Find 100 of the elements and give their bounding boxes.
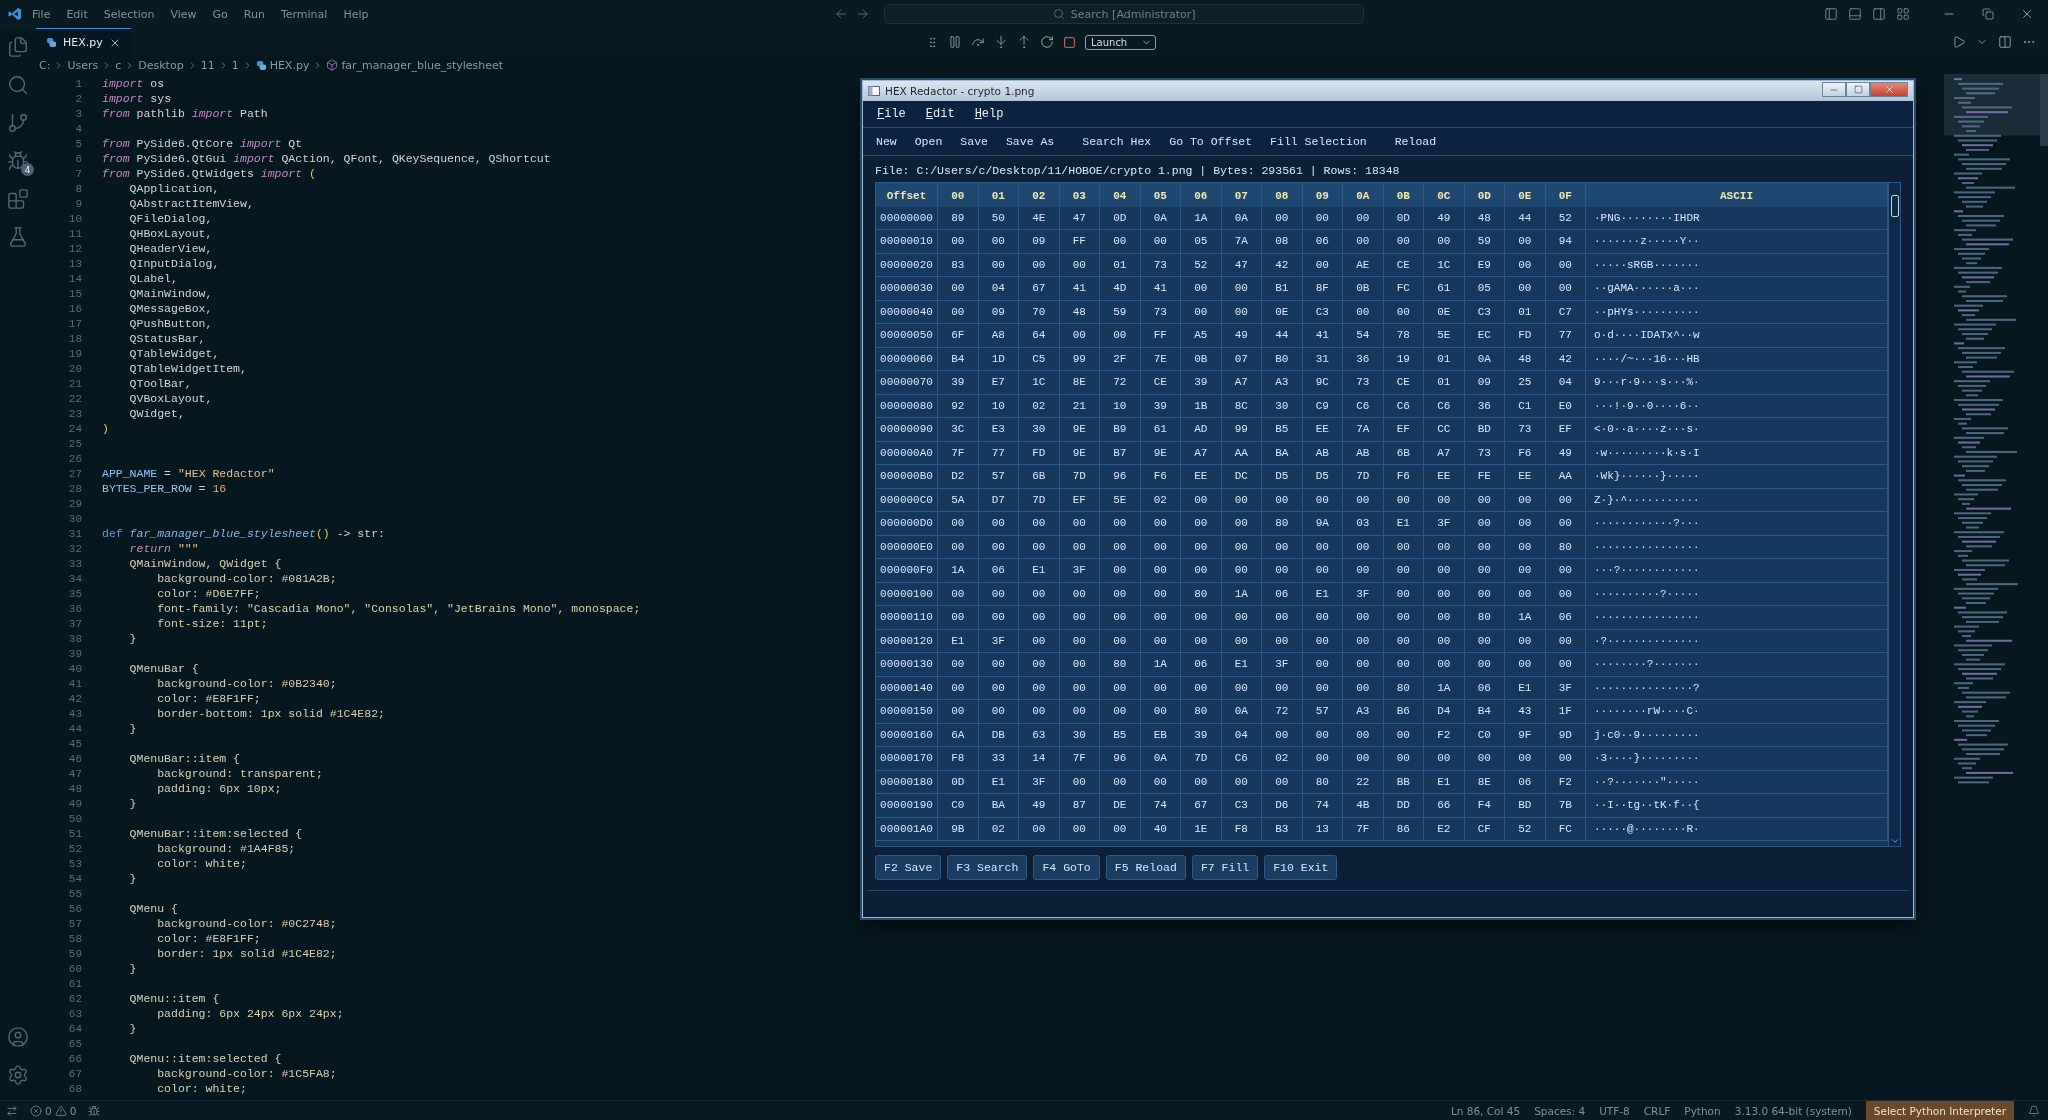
byte-cell[interactable]: A5 [1181,324,1222,348]
breadcrumb-item[interactable]: Users [67,58,99,72]
byte-cell[interactable]: B0 [1262,347,1303,371]
byte-cell[interactable]: 00 [1221,277,1262,301]
byte-cell[interactable]: 00 [1019,512,1060,536]
byte-cell[interactable]: 5E [1424,324,1465,348]
byte-cell[interactable]: 00 [1505,535,1546,559]
byte-cell[interactable]: 00 [1100,676,1141,700]
byte-cell[interactable]: 3F [1262,653,1303,677]
breadcrumb-item[interactable]: Desktop [138,58,184,72]
remote-icon[interactable] [6,1104,18,1117]
byte-cell[interactable]: B3 [1262,817,1303,841]
byte-cell[interactable]: 00 [1424,606,1465,630]
function-key-button[interactable]: F2 Save [875,855,942,880]
function-key-button[interactable]: F10 Exit [1264,855,1338,880]
step-out-icon[interactable] [1017,35,1031,49]
byte-cell[interactable]: 74 [1140,794,1181,818]
byte-cell[interactable]: 00 [978,230,1019,254]
byte-cell[interactable]: 00 [1302,747,1343,771]
byte-cell[interactable]: 00 [1059,606,1100,630]
byte-cell[interactable]: 00 [1545,747,1586,771]
byte-cell[interactable]: D4 [1424,700,1465,724]
byte-cell[interactable]: 00 [1100,559,1141,583]
byte-cell[interactable]: B6 [1383,700,1424,724]
bell-icon[interactable] [2028,1104,2040,1117]
byte-cell[interactable]: BD [1464,418,1505,442]
run-icon[interactable] [1952,35,1966,49]
breadcrumb-item[interactable]: C: [39,58,51,72]
restore-icon[interactable] [1982,8,1994,20]
byte-cell[interactable]: DE [1100,794,1141,818]
interpreter-button[interactable]: Select Python Interpreter [1865,1101,2014,1120]
byte-cell[interactable]: 41 [1059,277,1100,301]
byte-cell[interactable]: 39 [1181,371,1222,395]
byte-cell[interactable]: 00 [1505,512,1546,536]
byte-cell[interactable]: 33 [978,747,1019,771]
minimize-button[interactable] [1822,82,1846,97]
status-item[interactable]: UTF-8 [1599,1104,1630,1117]
byte-cell[interactable]: 00 [978,700,1019,724]
byte-cell[interactable]: 92 [938,394,979,418]
byte-cell[interactable]: D5 [1262,465,1303,489]
byte-cell[interactable]: 00 [1262,535,1303,559]
byte-cell[interactable]: 00 [1383,559,1424,583]
toolbar-button[interactable]: Reload [1387,131,1444,152]
byte-cell[interactable]: 42 [1262,253,1303,277]
byte-cell[interactable]: 00 [1545,653,1586,677]
byte-cell[interactable]: 78 [1383,324,1424,348]
byte-cell[interactable]: 00 [1505,277,1546,301]
byte-cell[interactable]: 30 [1262,394,1303,418]
toolbar-button[interactable]: New [869,131,904,152]
byte-cell[interactable]: CC [1424,418,1465,442]
maximize-icon[interactable] [1853,85,1863,94]
byte-cell[interactable]: 9A [1302,512,1343,536]
byte-cell[interactable]: 7D [1019,488,1060,512]
byte-cell[interactable]: 0A [1140,747,1181,771]
byte-cell[interactable]: 00 [1100,606,1141,630]
byte-cell[interactable]: 00 [1100,582,1141,606]
byte-cell[interactable]: 49 [1221,324,1262,348]
byte-cell[interactable]: 44 [1262,324,1303,348]
menu-item[interactable]: File [869,103,914,125]
byte-cell[interactable]: 00 [1343,535,1384,559]
byte-cell[interactable]: 72 [1262,700,1303,724]
byte-cell[interactable]: C5 [1019,347,1060,371]
byte-cell[interactable]: 00 [1019,700,1060,724]
scroll-down-icon[interactable] [1889,836,1900,846]
byte-cell[interactable]: FE [1464,465,1505,489]
byte-cell[interactable]: 63 [1019,723,1060,747]
byte-cell[interactable]: 49 [1019,794,1060,818]
byte-cell[interactable]: 0E [1424,300,1465,324]
cube-icon[interactable] [326,59,339,71]
byte-cell[interactable]: 00 [1221,512,1262,536]
byte-cell[interactable]: 66 [1424,794,1465,818]
byte-cell[interactable]: 3F [1019,770,1060,794]
byte-cell[interactable]: F6 [1505,441,1546,465]
search-icon[interactable] [1052,8,1065,20]
byte-cell[interactable]: 00 [1424,488,1465,512]
byte-cell[interactable]: 25 [1505,371,1546,395]
byte-cell[interactable]: 4D [1100,277,1141,301]
byte-cell[interactable]: 00 [1343,206,1384,230]
byte-cell[interactable]: EF [1545,418,1586,442]
byte-cell[interactable]: 00 [1181,676,1222,700]
menu-item[interactable]: Run [237,5,271,23]
byte-cell[interactable]: 00 [1100,535,1141,559]
byte-cell[interactable]: 00 [1181,629,1222,653]
byte-cell[interactable]: 96 [1100,747,1141,771]
byte-cell[interactable]: 36 [1343,347,1384,371]
byte-cell[interactable]: 80 [1181,700,1222,724]
byte-cell[interactable]: 01 [1100,253,1141,277]
byte-cell[interactable]: 48 [1505,347,1546,371]
byte-cell[interactable]: 00 [978,512,1019,536]
byte-cell[interactable]: 00 [1545,559,1586,583]
function-key-button[interactable]: F3 Search [947,855,1028,880]
menu-item[interactable]: Terminal [274,5,334,23]
scrollbar-thumb[interactable] [1890,195,1899,217]
byte-cell[interactable]: 4B [1343,794,1384,818]
byte-cell[interactable]: 14 [1019,747,1060,771]
byte-cell[interactable]: 9E [1059,418,1100,442]
breadcrumb-item[interactable]: 11 [200,58,215,72]
byte-cell[interactable]: AB [1343,441,1384,465]
byte-cell[interactable]: FD [1019,441,1060,465]
search-field[interactable]: Search [Administrator] [884,4,1365,24]
